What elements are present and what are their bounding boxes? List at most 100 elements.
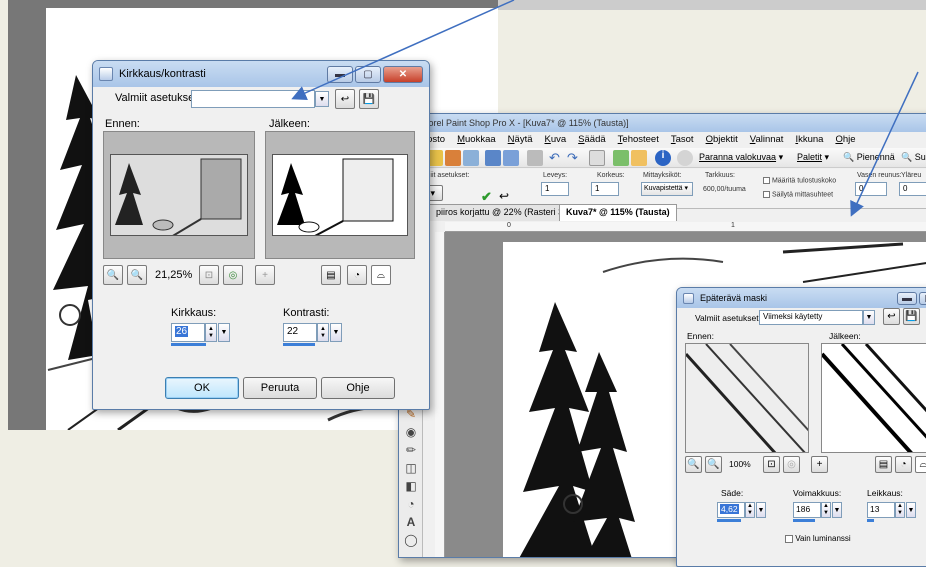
minimize-button[interactable]: ▬ xyxy=(327,65,353,83)
unsharp-maximize-button[interactable]: ▢ xyxy=(919,291,926,305)
unsharp-before-sketch xyxy=(686,344,808,452)
brightness-presets-input[interactable] xyxy=(191,90,315,108)
menu-nayta[interactable]: Näytä xyxy=(508,134,533,146)
strength-stepper[interactable]: 186 ▲ ▼ ▼ xyxy=(793,502,842,518)
zoom-out-button[interactable]: 🔍 Pienennä xyxy=(843,152,895,163)
eraser-icon[interactable]: ◫ xyxy=(402,460,420,476)
save-icon[interactable] xyxy=(485,150,501,166)
luminance-only-checkbox[interactable]: Vain luminanssi xyxy=(785,534,851,543)
stop-icon[interactable] xyxy=(677,150,693,166)
save-presets-button[interactable]: 💾 xyxy=(359,89,379,109)
radius-spin-icon[interactable]: ▲ ▼ xyxy=(745,502,755,518)
navigate-button[interactable]: + xyxy=(255,265,275,285)
print-icon[interactable] xyxy=(527,150,543,166)
contrast-spin-icon[interactable]: ▲ ▼ xyxy=(317,323,329,342)
zoom-in-button[interactable]: 🔍 Suure xyxy=(901,152,926,163)
height-input[interactable]: 1 xyxy=(591,182,619,196)
menu-valinnat[interactable]: Valinnat xyxy=(750,134,784,146)
warp-brush-icon[interactable]: ✏ xyxy=(402,442,420,458)
brightness-spin-icon[interactable]: ▲ ▼ xyxy=(205,323,217,342)
enhance-photo-menu[interactable]: Paranna valokuvaa ▾ xyxy=(699,152,783,163)
menu-ikkuna[interactable]: Ikkuna xyxy=(795,134,823,146)
unsharp-zoom-in-button[interactable]: 🔍 xyxy=(705,456,722,473)
reset-presets-button[interactable]: ↩ xyxy=(335,89,355,109)
left-edge-input[interactable]: 0 xyxy=(855,182,887,196)
clipping-dropdown-icon[interactable]: ▼ xyxy=(906,502,916,518)
unsharp-auto-proof-button[interactable]: ⌓ xyxy=(915,456,926,473)
units-select[interactable]: Kuvapistettä ▾ xyxy=(641,182,693,196)
undo-icon[interactable]: ↶ xyxy=(549,150,565,166)
auto-proof-button[interactable]: ⌓ xyxy=(371,265,391,285)
toggle-preview-button[interactable]: ▤ xyxy=(321,265,341,285)
unsharp-after-label: Jälkeen: xyxy=(829,331,861,341)
menu-muokkaa[interactable]: Muokkaa xyxy=(457,134,496,146)
maximize-button[interactable]: ▢ xyxy=(355,65,381,83)
brightness-stepper[interactable]: 26 ▲ ▼ ▼ xyxy=(171,323,230,342)
contrast-input[interactable]: 22 xyxy=(283,323,317,342)
browse-icon[interactable] xyxy=(445,150,461,166)
palettes-menu[interactable]: Paletit ▾ xyxy=(797,152,829,163)
unsharp-save-button[interactable]: 💾 xyxy=(903,308,920,325)
menu-saada[interactable]: Säädä xyxy=(578,134,605,146)
radius-input[interactable]: 4,62 xyxy=(717,502,745,518)
clipping-stepper[interactable]: 13 ▲ ▼ ▼ xyxy=(867,502,916,518)
unsharp-zoom-out-button[interactable]: 🔍 xyxy=(685,456,702,473)
top-edge-input[interactable]: 0 xyxy=(899,182,926,196)
help-button[interactable]: Ohje xyxy=(321,377,395,399)
unsharp-navigate-button[interactable]: + xyxy=(811,456,828,473)
clipping-input[interactable]: 13 xyxy=(867,502,895,518)
text-tool-icon[interactable]: A xyxy=(402,514,420,530)
strength-dropdown-icon[interactable]: ▼ xyxy=(832,502,842,518)
strength-spin-icon[interactable]: ▲ ▼ xyxy=(821,502,831,518)
width-input[interactable]: 1 xyxy=(541,182,569,196)
radius-stepper[interactable]: 4,62 ▲ ▼ ▼ xyxy=(717,502,766,518)
menu-tasot[interactable]: Tasot xyxy=(671,134,694,146)
brightness-dropdown-icon[interactable]: ▼ xyxy=(218,323,230,342)
contrast-dropdown-icon[interactable]: ▼ xyxy=(330,323,342,342)
picture-tube-icon[interactable]: ◔ xyxy=(402,496,420,512)
reset-icon[interactable]: ↩ xyxy=(499,189,509,203)
snapshot-icon[interactable] xyxy=(589,150,605,166)
unsharp-mask-dialog: Epäterävä maski ▬ ▢ Valmiit asetukset: V… xyxy=(676,287,926,567)
ok-button[interactable]: OK xyxy=(165,377,239,399)
unsharp-reset-button[interactable]: ↩ xyxy=(883,308,900,325)
brightness-input[interactable]: 26 xyxy=(171,323,205,342)
airbrush-icon[interactable]: ◉ xyxy=(402,424,420,440)
scan-icon[interactable] xyxy=(463,150,479,166)
menu-kuva[interactable]: Kuva xyxy=(545,134,567,146)
preview-on-image-button[interactable]: ◔ xyxy=(347,265,367,285)
fit-preview-button[interactable]: ⊡ xyxy=(199,265,219,285)
after-preview-sketch xyxy=(277,158,394,235)
unsharp-minimize-button[interactable]: ▬ xyxy=(897,291,917,305)
unsharp-preview-button[interactable]: ◎ xyxy=(783,456,800,473)
contrast-stepper[interactable]: 22 ▲ ▼ ▼ xyxy=(283,323,342,342)
tab-piiros-korjattu[interactable]: piiros korjattu @ 22% (Rasteri 3) xyxy=(429,204,574,221)
tab-kuva7[interactable]: Kuva7* @ 115% (Tausta) xyxy=(559,204,677,221)
apply-checkmark-icon[interactable]: ✔ xyxy=(481,189,492,205)
close-button[interactable]: ✕ xyxy=(383,65,423,83)
presets-dropdown-arrow[interactable]: ▼ xyxy=(315,91,329,107)
unsharp-toggle-preview-button[interactable]: ▤ xyxy=(875,456,892,473)
info-icon[interactable]: i xyxy=(655,150,671,166)
effects-icon[interactable] xyxy=(613,150,629,166)
unsharp-fit-button[interactable]: ⊡ xyxy=(763,456,780,473)
zoom-in-preview-button[interactable]: 🔍 xyxy=(127,265,147,285)
unsharp-preview-on-image-button[interactable]: ◔ xyxy=(895,456,912,473)
strength-input[interactable]: 186 xyxy=(793,502,821,518)
zoom-out-preview-button[interactable]: 🔍 xyxy=(103,265,123,285)
redo-icon[interactable]: ↷ xyxy=(567,150,583,166)
menu-ohje[interactable]: Ohje xyxy=(835,134,855,146)
cancel-button[interactable]: Peruuta xyxy=(243,377,317,399)
save-as-icon[interactable] xyxy=(503,150,519,166)
show-preview-button[interactable]: ◎ xyxy=(223,265,243,285)
clipping-spin-icon[interactable]: ▲ ▼ xyxy=(895,502,905,518)
unsharp-presets-dropdown-icon[interactable]: ▼ xyxy=(863,310,875,325)
unsharp-presets-input[interactable]: Viimeksi käytetty xyxy=(759,310,863,325)
keep-ratio-checkbox[interactable]: Säilytä mittasuhteet xyxy=(763,191,833,198)
radius-dropdown-icon[interactable]: ▼ xyxy=(756,502,766,518)
menu-objektit[interactable]: Objektit xyxy=(706,134,738,146)
layers-icon[interactable] xyxy=(631,150,647,166)
menu-tehosteet[interactable]: Tehosteet xyxy=(618,134,659,146)
print-size-checkbox[interactable]: Määritä tulostuskoko xyxy=(763,177,836,184)
fill-tool-icon[interactable]: ◧ xyxy=(402,478,420,494)
